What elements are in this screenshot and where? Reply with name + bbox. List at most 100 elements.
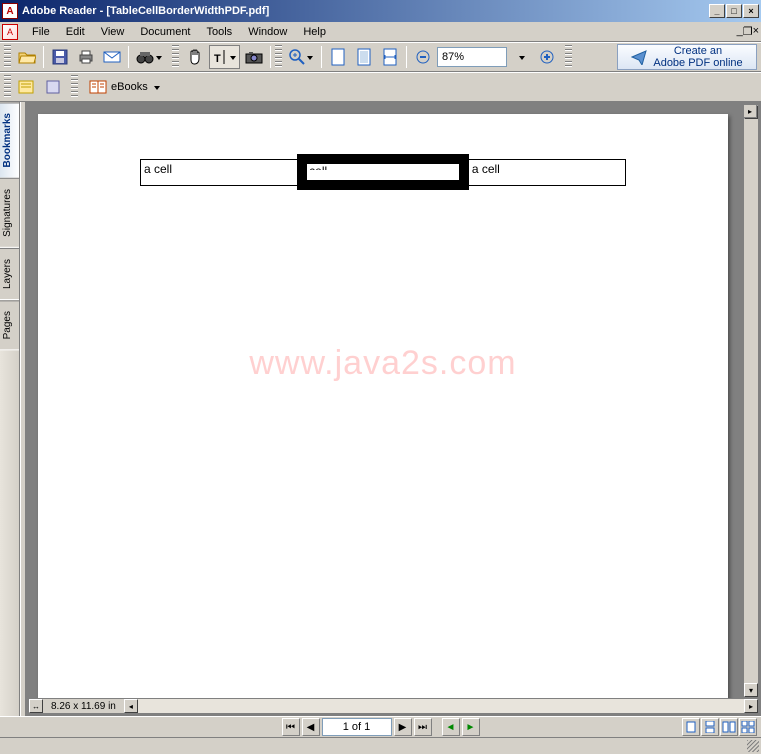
zoom-dropdown-button[interactable] <box>509 45 533 69</box>
zoom-out-button[interactable] <box>411 45 435 69</box>
email-button[interactable] <box>100 45 124 69</box>
scroll-right-button[interactable]: ▸ <box>744 699 758 713</box>
continuous-button[interactable] <box>701 718 719 736</box>
search-button[interactable] <box>133 45 166 69</box>
menu-window[interactable]: Window <box>240 24 295 40</box>
toolbar-grip[interactable] <box>71 75 78 99</box>
zoom-in-plus-button[interactable] <box>535 45 559 69</box>
tab-pages[interactable]: Pages <box>0 300 19 350</box>
hand-tool-button[interactable] <box>183 45 207 69</box>
maximize-button[interactable]: □ <box>726 4 742 18</box>
hscroll-track[interactable] <box>138 699 744 713</box>
last-page-button[interactable]: ⏭ <box>414 718 432 736</box>
mdi-close-button[interactable]: × <box>753 25 759 38</box>
toolbar-grip[interactable] <box>4 75 11 99</box>
view-mode-group <box>682 718 757 736</box>
menu-edit[interactable]: Edit <box>58 24 93 40</box>
page-content: a cell cell a cell <box>38 114 728 190</box>
open-button[interactable] <box>15 45 39 69</box>
page-actual-icon <box>331 48 345 66</box>
hand-icon <box>187 48 203 66</box>
toolbar-separator <box>270 46 271 68</box>
menu-help[interactable]: Help <box>295 24 334 40</box>
continuous-icon <box>705 721 715 733</box>
prev-page-button[interactable]: ◀ <box>302 718 320 736</box>
toolbar-separator <box>406 46 407 68</box>
demo-table: a cell cell a cell <box>140 154 626 190</box>
close-button[interactable]: × <box>743 4 759 18</box>
prev-view-button[interactable]: ◄ <box>442 718 460 736</box>
next-view-button[interactable]: ► <box>462 718 480 736</box>
menu-file[interactable]: File <box>24 24 58 40</box>
review-comment-button[interactable] <box>15 75 39 99</box>
minimize-button[interactable]: _ <box>709 4 725 18</box>
create-pdf-online-button[interactable]: Create an Adobe PDF online <box>617 44 757 70</box>
camera-icon <box>245 50 263 64</box>
svg-text:T: T <box>214 53 221 65</box>
toolbar-grip[interactable] <box>172 45 179 69</box>
floppy-disk-icon <box>52 49 68 65</box>
toolbar-grip[interactable] <box>565 45 572 69</box>
navigation-bar: ⏮ ◀ 1 of 1 ▶ ⏭ ◄ ► <box>0 716 761 737</box>
ebooks-button[interactable]: eBooks <box>82 75 168 99</box>
menu-view[interactable]: View <box>93 24 133 40</box>
text-select-button[interactable]: T <box>209 45 240 69</box>
zoom-field[interactable]: 87% <box>437 47 507 67</box>
document-icon[interactable]: A <box>2 24 18 40</box>
toolbar-grip[interactable] <box>4 45 11 69</box>
vertical-scrollbar[interactable]: ▴ ▾ <box>743 104 759 698</box>
scroll-down-button[interactable]: ▾ <box>744 683 758 697</box>
toolbar-grip[interactable] <box>275 45 282 69</box>
mdi-window-controls: _ ❐ × <box>737 25 759 38</box>
ebook-icon <box>89 79 107 95</box>
snapshot-button[interactable] <box>242 45 266 69</box>
tab-layers[interactable]: Layers <box>0 248 19 300</box>
plus-circle-icon <box>539 49 555 65</box>
table-cell: a cell <box>141 159 303 185</box>
window-titlebar: A Adobe Reader - [TableCellBorderWidthPD… <box>0 0 761 22</box>
zoom-in-icon <box>289 49 305 65</box>
pdf-page: a cell cell a cell www.java2s.com <box>38 114 728 698</box>
tab-signatures[interactable]: Signatures <box>0 178 19 248</box>
fit-width-button[interactable] <box>378 45 402 69</box>
menu-document[interactable]: Document <box>132 24 198 40</box>
dropdown-arrow-icon <box>519 54 526 61</box>
page-indicator-field[interactable]: 1 of 1 <box>322 718 392 736</box>
first-page-button[interactable]: ⏮ <box>282 718 300 736</box>
single-page-button[interactable] <box>682 718 700 736</box>
toolbar-area: T 87% Create an Adobe PDF online <box>0 42 761 102</box>
resize-grip[interactable] <box>747 740 759 752</box>
mdi-restore-button[interactable]: ❐ <box>743 25 753 38</box>
horizontal-scrollbar: ↔ 8.26 x 11.69 in ◂ ▸ <box>28 698 759 714</box>
text-cursor-icon: T <box>212 48 228 66</box>
tab-bookmarks[interactable]: Bookmarks <box>0 102 19 178</box>
minus-circle-icon <box>415 49 431 65</box>
main-area: Bookmarks Signatures Layers Pages a cell… <box>0 102 761 716</box>
next-page-button[interactable]: ▶ <box>394 718 412 736</box>
note-icon <box>18 79 36 95</box>
window-title: Adobe Reader - [TableCellBorderWidthPDF.… <box>22 5 708 17</box>
toolbar-separator <box>128 46 129 68</box>
unknown-tool-button[interactable] <box>41 75 65 99</box>
table-cell-thick-border: cell <box>302 159 464 185</box>
continuous-facing-button[interactable] <box>739 718 757 736</box>
dropdown-arrow-icon <box>230 54 237 61</box>
document-scroll-area[interactable]: a cell cell a cell www.java2s.com <box>28 104 741 698</box>
zoom-in-button[interactable] <box>286 45 317 69</box>
actual-size-button[interactable] <box>326 45 350 69</box>
watermark-text: www.java2s.com <box>38 344 728 383</box>
page-size-button[interactable]: ↔ <box>29 699 43 713</box>
single-page-icon <box>686 721 696 733</box>
facing-button[interactable] <box>720 718 738 736</box>
menu-tools[interactable]: Tools <box>199 24 241 40</box>
dropdown-arrow-icon <box>307 54 314 61</box>
save-button[interactable] <box>48 45 72 69</box>
binoculars-icon <box>136 50 154 64</box>
table-cell-text: cell <box>307 164 459 170</box>
fit-page-button[interactable] <box>352 45 376 69</box>
page-width-icon <box>383 48 397 66</box>
scroll-left-button[interactable]: ◂ <box>124 699 138 713</box>
print-button[interactable] <box>74 45 98 69</box>
page-prev-overlay-button[interactable]: ▸ <box>743 104 757 118</box>
app-statusbar <box>0 737 761 754</box>
